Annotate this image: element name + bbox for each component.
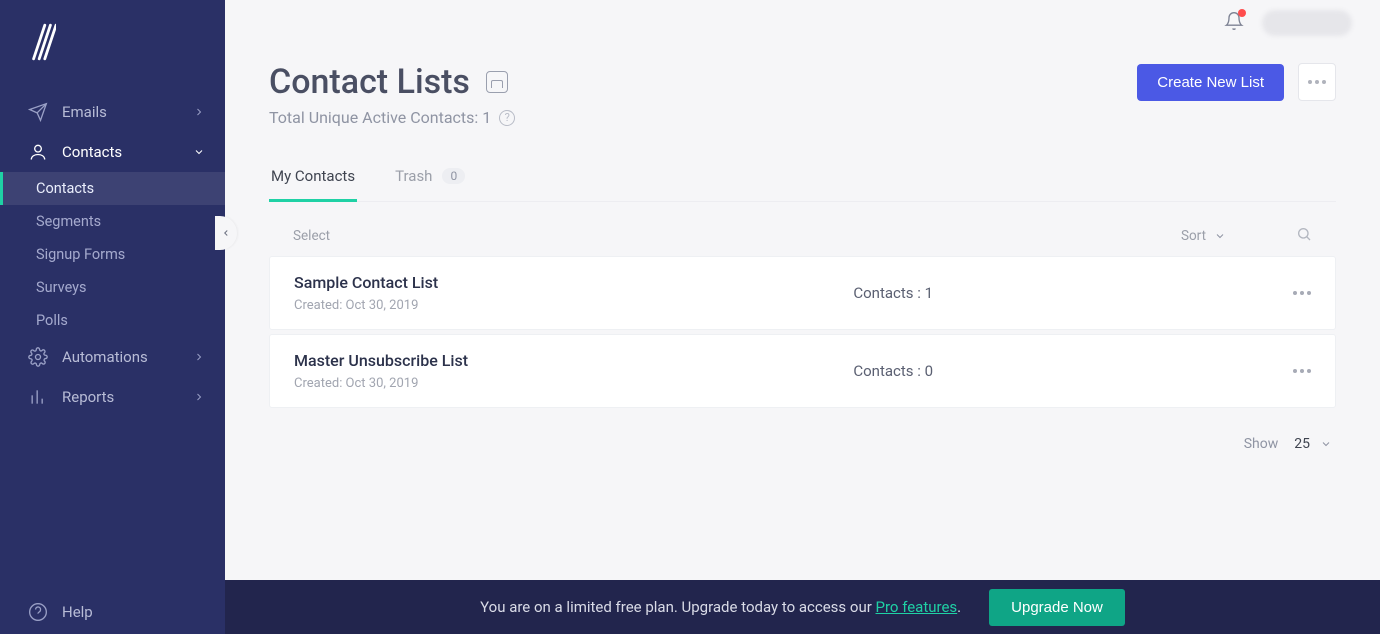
chevron-down-icon bbox=[193, 146, 205, 158]
sidebar-label-help: Help bbox=[62, 603, 93, 621]
upgrade-banner: You are on a limited free plan. Upgrade … bbox=[225, 580, 1380, 634]
show-label: Show bbox=[1244, 436, 1279, 452]
list-row[interactable]: Sample Contact List Created: Oct 30, 201… bbox=[269, 256, 1336, 330]
person-icon bbox=[28, 142, 48, 162]
page-header: Contact Lists Create New List bbox=[269, 62, 1336, 102]
subnav-item-signup-forms[interactable]: Signup Forms bbox=[0, 238, 225, 271]
list-row[interactable]: Master Unsubscribe List Created: Oct 30,… bbox=[269, 334, 1336, 408]
chevron-right-icon bbox=[193, 106, 205, 118]
bar-chart-icon bbox=[28, 387, 48, 407]
subnav-item-contacts[interactable]: Contacts bbox=[0, 172, 225, 205]
sidebar-contacts-subnav: Contacts Segments Signup Forms Surveys P… bbox=[0, 172, 225, 337]
chevron-down-icon bbox=[1320, 438, 1332, 450]
page-size-select[interactable]: 25 bbox=[1294, 436, 1332, 452]
notifications-button[interactable] bbox=[1224, 11, 1244, 35]
tab-trash[interactable]: Trash 0 bbox=[393, 167, 467, 202]
more-icon bbox=[1293, 291, 1311, 295]
pagination: Show 25 bbox=[269, 412, 1336, 452]
subnav-item-segments[interactable]: Segments bbox=[0, 205, 225, 238]
list-tabs: My Contacts Trash 0 bbox=[269, 167, 1336, 202]
list-row-contacts: Contacts : 0 bbox=[853, 362, 1293, 380]
list-row-more-button[interactable] bbox=[1293, 291, 1311, 295]
chevron-right-icon bbox=[193, 351, 205, 363]
page-title: Contact Lists bbox=[269, 62, 470, 102]
list-controls: Select Sort bbox=[269, 210, 1336, 256]
help-tooltip-icon[interactable]: ? bbox=[499, 110, 515, 126]
list-row-title: Master Unsubscribe List bbox=[294, 351, 853, 370]
page-more-button[interactable] bbox=[1298, 63, 1336, 101]
sidebar-label-automations: Automations bbox=[62, 348, 148, 366]
sidebar-label-reports: Reports bbox=[62, 388, 114, 406]
sidebar-item-automations[interactable]: Automations bbox=[0, 337, 225, 377]
sidebar-item-reports[interactable]: Reports bbox=[0, 377, 225, 417]
notification-dot bbox=[1238, 9, 1246, 17]
upgrade-now-button[interactable]: Upgrade Now bbox=[989, 589, 1125, 626]
contact-list: Sample Contact List Created: Oct 30, 201… bbox=[269, 256, 1336, 412]
search-icon bbox=[1296, 226, 1312, 242]
subnav-item-polls[interactable]: Polls bbox=[0, 304, 225, 337]
more-icon bbox=[1308, 80, 1326, 84]
sidebar-label-emails: Emails bbox=[62, 103, 107, 121]
subnav-item-surveys[interactable]: Surveys bbox=[0, 271, 225, 304]
search-button[interactable] bbox=[1296, 226, 1312, 246]
list-row-contacts: Contacts : 1 bbox=[853, 284, 1293, 302]
more-icon bbox=[1293, 369, 1311, 373]
logo-mark-icon bbox=[28, 22, 56, 62]
sort-button[interactable]: Sort bbox=[1181, 228, 1226, 244]
list-row-created: Created: Oct 30, 2019 bbox=[294, 298, 853, 313]
sidebar-label-contacts: Contacts bbox=[62, 143, 122, 161]
list-row-more-button[interactable] bbox=[1293, 369, 1311, 373]
help-circle-icon bbox=[28, 602, 48, 622]
subtitle-text: Total Unique Active Contacts: 1 bbox=[269, 108, 491, 127]
chevron-right-icon bbox=[193, 391, 205, 403]
tab-my-contacts[interactable]: My Contacts bbox=[269, 167, 357, 202]
topbar bbox=[225, 0, 1380, 46]
sidebar-item-contacts[interactable]: Contacts bbox=[0, 132, 225, 172]
paper-plane-icon bbox=[28, 102, 48, 122]
user-menu[interactable] bbox=[1262, 10, 1352, 36]
sidebar: Emails Contacts Contacts Segments Signup… bbox=[0, 0, 225, 634]
page-subtitle: Total Unique Active Contacts: 1 ? bbox=[269, 108, 1336, 127]
list-row-created: Created: Oct 30, 2019 bbox=[294, 376, 853, 391]
select-all-link[interactable]: Select bbox=[293, 228, 330, 244]
create-new-list-button[interactable]: Create New List bbox=[1137, 64, 1284, 101]
archive-icon[interactable] bbox=[486, 71, 508, 93]
sidebar-item-help[interactable]: Help bbox=[0, 590, 225, 634]
upgrade-banner-text: You are on a limited free plan. Upgrade … bbox=[480, 598, 961, 616]
gear-icon bbox=[28, 347, 48, 367]
sidebar-item-emails[interactable]: Emails bbox=[0, 92, 225, 132]
app-logo bbox=[0, 0, 225, 92]
chevron-down-icon bbox=[1214, 230, 1226, 242]
list-row-title: Sample Contact List bbox=[294, 273, 853, 292]
trash-count-badge: 0 bbox=[442, 168, 465, 184]
main-content: Contact Lists Create New List Total Uniq… bbox=[225, 0, 1380, 634]
pro-features-link[interactable]: Pro features bbox=[876, 598, 958, 616]
